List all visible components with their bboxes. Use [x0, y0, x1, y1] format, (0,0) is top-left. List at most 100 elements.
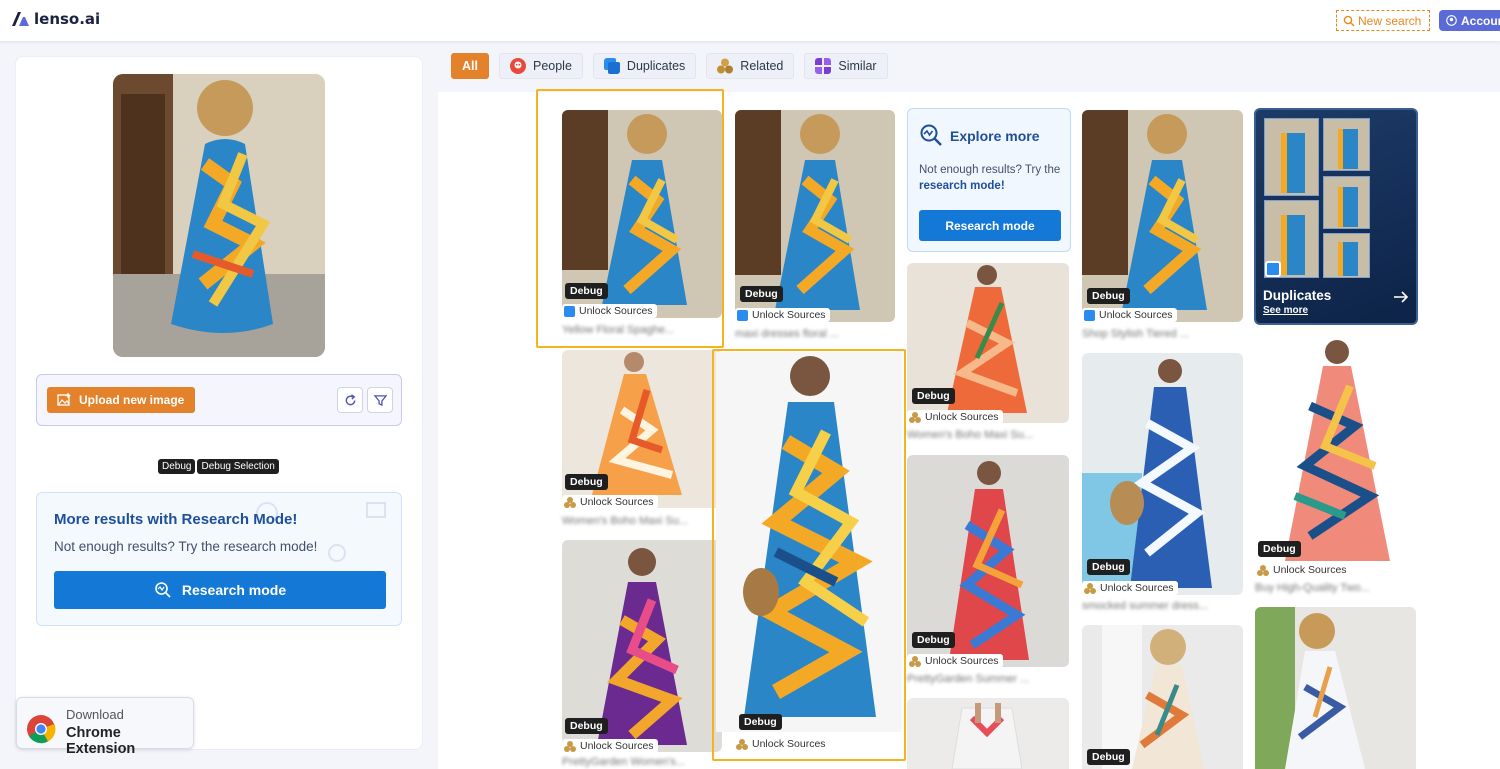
chrome-line2: Chrome Extension: [66, 725, 136, 757]
debug-tag[interactable]: Debug: [1087, 288, 1130, 304]
result-card[interactable]: Debug Unlock Sources maxi dresses floral…: [735, 110, 895, 350]
research-mode-card: More results with Research Mode! Not eno…: [36, 492, 402, 626]
unlock-sources-label: Unlock Sources: [752, 309, 826, 321]
debug-tag[interactable]: Debug: [565, 718, 608, 734]
research-icon: [920, 124, 942, 146]
new-search-label: New search: [1358, 13, 1422, 28]
duplicate-thumb: [1323, 176, 1370, 229]
unlock-sources-link[interactable]: Unlock Sources: [1082, 581, 1178, 595]
duplicates-icon: [603, 58, 620, 74]
result-caption: PrettyGarden Women's...: [562, 756, 685, 768]
selection-highlight: [712, 349, 906, 761]
duplicates-icon: [1265, 261, 1281, 277]
top-header: lenso.ai New search Accour: [0, 0, 1500, 42]
explore-research-link[interactable]: research mode!: [919, 180, 1005, 192]
unlock-sources-link[interactable]: Unlock Sources: [907, 654, 1003, 668]
unlock-sources-link[interactable]: Unlock Sources: [1255, 563, 1351, 577]
result-card[interactable]: Debug Unlock Sources Buy High-Quality Tw…: [1255, 336, 1416, 598]
new-search-button[interactable]: New search: [1336, 10, 1430, 31]
left-panel: Upload new image Debug Debug Selection M…: [15, 56, 423, 757]
image-upload-icon: [57, 393, 71, 406]
research-subtitle: Not enough results? Try the research mod…: [54, 539, 318, 554]
tab-similar-label: Similar: [838, 59, 877, 73]
account-button[interactable]: Accour: [1439, 10, 1500, 31]
result-caption: PrettyGarden Summer ...: [907, 673, 1030, 685]
chrome-extension-banner[interactable]: Download Chrome Extension: [16, 697, 194, 757]
unlock-sources-link[interactable]: Unlock Sources: [562, 739, 658, 753]
tab-people-label: People: [532, 59, 572, 73]
result-card[interactable]: Debug: [1082, 625, 1243, 769]
explore-more-card: Explore more Not enough results? Try the…: [907, 108, 1071, 252]
result-caption: Shop Stylish Tiered ...: [1082, 328, 1189, 340]
debug-tag[interactable]: Debug: [565, 474, 608, 490]
explore-text: Not enough results? Try the research mod…: [919, 162, 1067, 194]
tab-related[interactable]: Related: [706, 53, 795, 79]
result-card[interactable]: Debug Unlock Sources Women's Boho Maxi S…: [562, 350, 722, 540]
research-title: More results with Research Mode!: [54, 511, 298, 528]
related-icon: [1257, 564, 1269, 576]
related-icon: [1084, 582, 1096, 594]
result-caption: maxi dresses floral ...: [735, 328, 839, 340]
chrome-icon: [27, 715, 56, 744]
debug-tag[interactable]: Debug: [912, 632, 955, 648]
tab-all-label: All: [462, 59, 478, 73]
result-card[interactable]: Debug Unlock Sources smocked summer dres…: [1082, 353, 1243, 615]
result-card[interactable]: Debug Unlock Sources Shop Stylish Tiered…: [1082, 110, 1243, 350]
result-image: [907, 698, 1069, 769]
result-card[interactable]: Debug Unlock Sources PrettyGarden Women'…: [562, 540, 722, 769]
result-card[interactable]: Debug Unlock Sources PrettyGarden Summer…: [907, 455, 1069, 689]
people-icon: [509, 58, 526, 74]
result-card[interactable]: [907, 698, 1069, 769]
debug-button[interactable]: Debug: [158, 459, 196, 474]
debug-tag[interactable]: Debug: [740, 286, 783, 302]
arrow-right-icon: [1394, 291, 1409, 303]
related-icon: [564, 740, 576, 752]
tab-similar[interactable]: Similar: [804, 53, 888, 79]
duplicates-card[interactable]: Duplicates See more: [1254, 108, 1418, 325]
logo-text: lenso.ai: [34, 10, 101, 28]
unlock-sources-label: Unlock Sources: [1099, 309, 1173, 321]
unlock-sources-link[interactable]: Unlock Sources: [562, 495, 658, 509]
upload-new-image-button[interactable]: Upload new image: [47, 387, 195, 413]
tab-people[interactable]: People: [498, 53, 583, 79]
duplicates-icon: [1084, 309, 1095, 321]
explore-title: Explore more: [950, 128, 1040, 144]
filter-button[interactable]: [367, 387, 393, 413]
unlock-sources-label: Unlock Sources: [580, 496, 654, 508]
duplicate-thumb: [1323, 233, 1370, 278]
debug-tag[interactable]: Debug: [912, 388, 955, 404]
explore-research-mode-button[interactable]: Research mode: [919, 210, 1061, 241]
logo[interactable]: lenso.ai: [12, 10, 100, 28]
unlock-sources-link[interactable]: Unlock Sources: [735, 308, 830, 322]
refresh-button[interactable]: [337, 387, 363, 413]
unlock-sources-link[interactable]: Unlock Sources: [1082, 308, 1177, 322]
duplicates-title: Duplicates: [1263, 288, 1332, 303]
debug-tag[interactable]: Debug: [1258, 541, 1301, 557]
related-icon: [909, 411, 921, 423]
tab-all[interactable]: All: [451, 53, 489, 79]
unlock-sources-label: Unlock Sources: [1273, 564, 1347, 576]
unlock-sources-label: Unlock Sources: [925, 655, 999, 667]
explore-text-prefix: Not enough results? Try the: [919, 164, 1061, 176]
tab-duplicates[interactable]: Duplicates: [592, 53, 697, 79]
result-card[interactable]: [1255, 607, 1416, 769]
result-image: [1255, 336, 1416, 576]
related-icon: [717, 58, 734, 74]
debug-selection-button[interactable]: Debug Selection: [197, 459, 279, 474]
result-caption: Women's Boho Maxi Su...: [907, 429, 1034, 441]
result-caption: smocked summer dress...: [1082, 600, 1208, 612]
account-label: Accour: [1461, 13, 1500, 28]
debug-tag[interactable]: Debug: [1087, 559, 1130, 575]
tab-related-label: Related: [740, 59, 784, 73]
duplicates-see-more-link[interactable]: See more: [1263, 305, 1308, 316]
lenso-logo-icon: [12, 12, 29, 26]
research-mode-button[interactable]: Research mode: [54, 571, 386, 609]
result-card[interactable]: Debug Unlock Sources Women's Boho Maxi S…: [907, 263, 1069, 445]
duplicate-thumb: [1264, 118, 1319, 196]
research-icon: [155, 582, 171, 598]
debug-tag[interactable]: Debug: [1087, 749, 1130, 765]
query-image: [113, 74, 325, 357]
refresh-icon: [345, 393, 355, 405]
unlock-sources-link[interactable]: Unlock Sources: [907, 410, 1003, 424]
research-button-label: Research mode: [181, 582, 287, 598]
